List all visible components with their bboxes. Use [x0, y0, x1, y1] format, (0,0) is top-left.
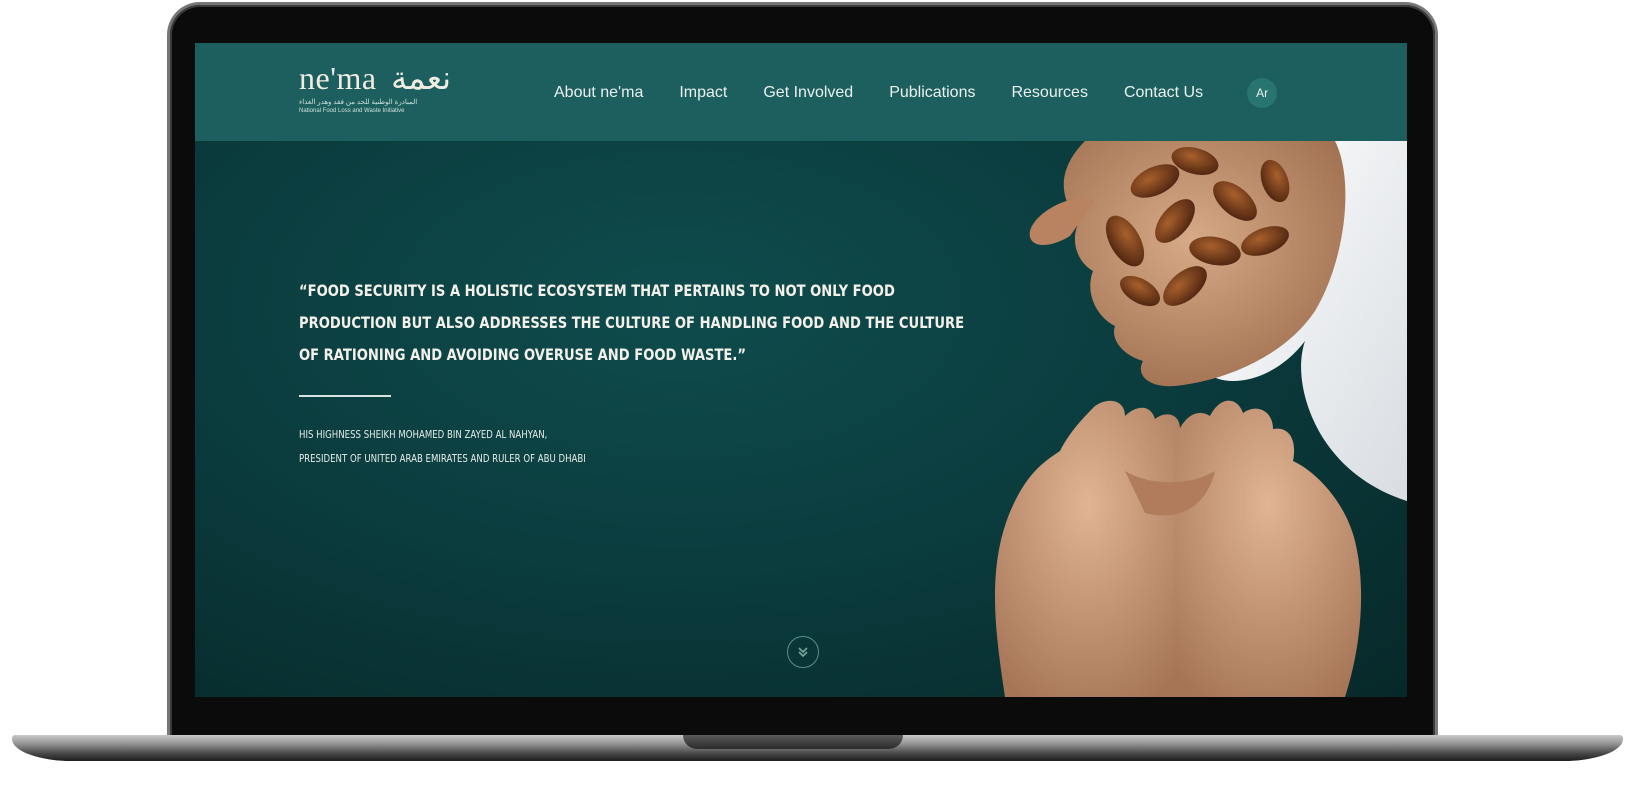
quote-attribution: His Highness Sheikh Mohamed bin Zayed Al…: [299, 423, 736, 471]
language-toggle-button[interactable]: Ar: [1247, 78, 1278, 108]
laptop-notch: [683, 735, 903, 749]
nav-item-impact[interactable]: Impact: [679, 84, 727, 102]
nav-item-about[interactable]: About ne'ma: [554, 84, 643, 102]
site-logo[interactable]: ne'ma نعمة المبادرة الوطنية للحد من فقد …: [299, 61, 469, 129]
nav-item-publications[interactable]: Publications: [889, 84, 975, 102]
attribution-name: His Highness Sheikh Mohamed bin Zayed Al…: [299, 428, 548, 441]
nav-item-contact[interactable]: Contact Us: [1124, 84, 1203, 102]
hero-quote: “Food security is a holistic ecosystem t…: [299, 281, 965, 364]
hero-image-hands-dates: [995, 141, 1407, 697]
attribution-title: President of United Arab Emirates and Ru…: [299, 452, 586, 465]
logo-english-subtitle: National Food Loss and Waste Initiative: [299, 108, 405, 114]
nav-item-resources[interactable]: Resources: [1011, 84, 1087, 102]
logo-arabic: نعمة: [391, 60, 452, 96]
site-header: ne'ma نعمة المبادرة الوطنية للحد من فقد …: [195, 43, 1407, 141]
double-chevron-down-icon: [798, 647, 808, 658]
main-nav: About ne'ma Impact Get Involved Publicat…: [554, 78, 1278, 108]
nav-item-get-involved[interactable]: Get Involved: [763, 84, 853, 102]
browser-screen: ne'ma نعمة المبادرة الوطنية للحد من فقد …: [195, 43, 1407, 697]
logo-latin: ne'ma: [299, 60, 377, 96]
quote-divider: [299, 395, 391, 397]
logo-wordmark: ne'ma نعمة: [299, 61, 469, 95]
logo-arabic-subtitle: المبادرة الوطنية للحد من فقد وهدر الغذاء: [299, 99, 418, 106]
scroll-down-button[interactable]: [787, 636, 819, 668]
